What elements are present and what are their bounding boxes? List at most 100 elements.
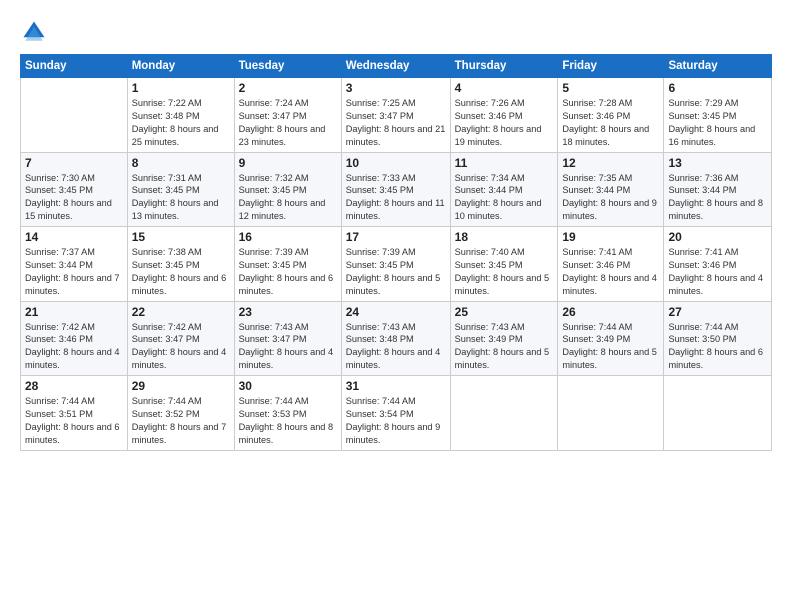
- day-number: 26: [562, 305, 659, 319]
- day-info: Sunrise: 7:43 AMSunset: 3:48 PMDaylight:…: [346, 321, 446, 373]
- day-info: Sunrise: 7:44 AMSunset: 3:53 PMDaylight:…: [239, 395, 337, 447]
- calendar-cell: 18 Sunrise: 7:40 AMSunset: 3:45 PMDaylig…: [450, 227, 558, 302]
- calendar-cell: 15 Sunrise: 7:38 AMSunset: 3:45 PMDaylig…: [127, 227, 234, 302]
- day-info: Sunrise: 7:29 AMSunset: 3:45 PMDaylight:…: [668, 97, 767, 149]
- calendar-cell: 1 Sunrise: 7:22 AMSunset: 3:48 PMDayligh…: [127, 78, 234, 153]
- day-info: Sunrise: 7:44 AMSunset: 3:52 PMDaylight:…: [132, 395, 230, 447]
- day-number: 19: [562, 230, 659, 244]
- calendar-cell: 23 Sunrise: 7:43 AMSunset: 3:47 PMDaylig…: [234, 301, 341, 376]
- day-info: Sunrise: 7:39 AMSunset: 3:45 PMDaylight:…: [346, 246, 446, 298]
- calendar-cell: 25 Sunrise: 7:43 AMSunset: 3:49 PMDaylig…: [450, 301, 558, 376]
- calendar-cell: 27 Sunrise: 7:44 AMSunset: 3:50 PMDaylig…: [664, 301, 772, 376]
- day-info: Sunrise: 7:33 AMSunset: 3:45 PMDaylight:…: [346, 172, 446, 224]
- day-info: Sunrise: 7:35 AMSunset: 3:44 PMDaylight:…: [562, 172, 659, 224]
- calendar-cell: 12 Sunrise: 7:35 AMSunset: 3:44 PMDaylig…: [558, 152, 664, 227]
- day-number: 8: [132, 156, 230, 170]
- weekday-header-monday: Monday: [127, 55, 234, 78]
- day-info: Sunrise: 7:25 AMSunset: 3:47 PMDaylight:…: [346, 97, 446, 149]
- day-info: Sunrise: 7:44 AMSunset: 3:51 PMDaylight:…: [25, 395, 123, 447]
- calendar-week-row: 28 Sunrise: 7:44 AMSunset: 3:51 PMDaylig…: [21, 376, 772, 451]
- day-info: Sunrise: 7:40 AMSunset: 3:45 PMDaylight:…: [455, 246, 554, 298]
- day-info: Sunrise: 7:44 AMSunset: 3:50 PMDaylight:…: [668, 321, 767, 373]
- day-info: Sunrise: 7:36 AMSunset: 3:44 PMDaylight:…: [668, 172, 767, 224]
- logo-icon: [20, 18, 48, 46]
- calendar-cell: 14 Sunrise: 7:37 AMSunset: 3:44 PMDaylig…: [21, 227, 128, 302]
- calendar-cell: 11 Sunrise: 7:34 AMSunset: 3:44 PMDaylig…: [450, 152, 558, 227]
- day-number: 22: [132, 305, 230, 319]
- calendar-cell: 24 Sunrise: 7:43 AMSunset: 3:48 PMDaylig…: [341, 301, 450, 376]
- day-number: 4: [455, 81, 554, 95]
- day-info: Sunrise: 7:31 AMSunset: 3:45 PMDaylight:…: [132, 172, 230, 224]
- calendar-week-row: 1 Sunrise: 7:22 AMSunset: 3:48 PMDayligh…: [21, 78, 772, 153]
- day-info: Sunrise: 7:38 AMSunset: 3:45 PMDaylight:…: [132, 246, 230, 298]
- calendar-cell: 9 Sunrise: 7:32 AMSunset: 3:45 PMDayligh…: [234, 152, 341, 227]
- day-number: 3: [346, 81, 446, 95]
- weekday-header-tuesday: Tuesday: [234, 55, 341, 78]
- day-info: Sunrise: 7:41 AMSunset: 3:46 PMDaylight:…: [562, 246, 659, 298]
- day-number: 18: [455, 230, 554, 244]
- calendar-cell: 30 Sunrise: 7:44 AMSunset: 3:53 PMDaylig…: [234, 376, 341, 451]
- day-number: 28: [25, 379, 123, 393]
- calendar-cell: 19 Sunrise: 7:41 AMSunset: 3:46 PMDaylig…: [558, 227, 664, 302]
- logo: [20, 18, 52, 46]
- weekday-header-sunday: Sunday: [21, 55, 128, 78]
- day-info: Sunrise: 7:43 AMSunset: 3:47 PMDaylight:…: [239, 321, 337, 373]
- calendar-cell: [558, 376, 664, 451]
- calendar-cell: 17 Sunrise: 7:39 AMSunset: 3:45 PMDaylig…: [341, 227, 450, 302]
- day-number: 21: [25, 305, 123, 319]
- weekday-header-row: SundayMondayTuesdayWednesdayThursdayFrid…: [21, 55, 772, 78]
- day-info: Sunrise: 7:28 AMSunset: 3:46 PMDaylight:…: [562, 97, 659, 149]
- day-info: Sunrise: 7:44 AMSunset: 3:49 PMDaylight:…: [562, 321, 659, 373]
- day-number: 10: [346, 156, 446, 170]
- weekday-header-saturday: Saturday: [664, 55, 772, 78]
- day-number: 14: [25, 230, 123, 244]
- calendar-cell: 10 Sunrise: 7:33 AMSunset: 3:45 PMDaylig…: [341, 152, 450, 227]
- day-number: 11: [455, 156, 554, 170]
- day-info: Sunrise: 7:26 AMSunset: 3:46 PMDaylight:…: [455, 97, 554, 149]
- day-info: Sunrise: 7:39 AMSunset: 3:45 PMDaylight:…: [239, 246, 337, 298]
- calendar-week-row: 21 Sunrise: 7:42 AMSunset: 3:46 PMDaylig…: [21, 301, 772, 376]
- calendar-cell: 20 Sunrise: 7:41 AMSunset: 3:46 PMDaylig…: [664, 227, 772, 302]
- day-info: Sunrise: 7:44 AMSunset: 3:54 PMDaylight:…: [346, 395, 446, 447]
- day-info: Sunrise: 7:34 AMSunset: 3:44 PMDaylight:…: [455, 172, 554, 224]
- calendar-cell: 22 Sunrise: 7:42 AMSunset: 3:47 PMDaylig…: [127, 301, 234, 376]
- calendar-cell: 2 Sunrise: 7:24 AMSunset: 3:47 PMDayligh…: [234, 78, 341, 153]
- calendar-cell: 4 Sunrise: 7:26 AMSunset: 3:46 PMDayligh…: [450, 78, 558, 153]
- calendar-cell: 6 Sunrise: 7:29 AMSunset: 3:45 PMDayligh…: [664, 78, 772, 153]
- weekday-header-friday: Friday: [558, 55, 664, 78]
- weekday-header-wednesday: Wednesday: [341, 55, 450, 78]
- calendar-cell: [21, 78, 128, 153]
- calendar-cell: [664, 376, 772, 451]
- calendar-cell: 7 Sunrise: 7:30 AMSunset: 3:45 PMDayligh…: [21, 152, 128, 227]
- day-info: Sunrise: 7:42 AMSunset: 3:46 PMDaylight:…: [25, 321, 123, 373]
- day-number: 20: [668, 230, 767, 244]
- day-number: 24: [346, 305, 446, 319]
- header: [20, 18, 772, 46]
- day-number: 6: [668, 81, 767, 95]
- day-number: 30: [239, 379, 337, 393]
- day-info: Sunrise: 7:37 AMSunset: 3:44 PMDaylight:…: [25, 246, 123, 298]
- day-number: 9: [239, 156, 337, 170]
- day-number: 13: [668, 156, 767, 170]
- day-number: 2: [239, 81, 337, 95]
- calendar-cell: 16 Sunrise: 7:39 AMSunset: 3:45 PMDaylig…: [234, 227, 341, 302]
- calendar-table: SundayMondayTuesdayWednesdayThursdayFrid…: [20, 54, 772, 451]
- weekday-header-thursday: Thursday: [450, 55, 558, 78]
- day-info: Sunrise: 7:22 AMSunset: 3:48 PMDaylight:…: [132, 97, 230, 149]
- calendar-cell: [450, 376, 558, 451]
- calendar-week-row: 14 Sunrise: 7:37 AMSunset: 3:44 PMDaylig…: [21, 227, 772, 302]
- day-number: 7: [25, 156, 123, 170]
- day-info: Sunrise: 7:24 AMSunset: 3:47 PMDaylight:…: [239, 97, 337, 149]
- day-number: 31: [346, 379, 446, 393]
- calendar-cell: 5 Sunrise: 7:28 AMSunset: 3:46 PMDayligh…: [558, 78, 664, 153]
- day-number: 15: [132, 230, 230, 244]
- day-number: 23: [239, 305, 337, 319]
- day-number: 29: [132, 379, 230, 393]
- day-number: 12: [562, 156, 659, 170]
- calendar-cell: 3 Sunrise: 7:25 AMSunset: 3:47 PMDayligh…: [341, 78, 450, 153]
- calendar-cell: 13 Sunrise: 7:36 AMSunset: 3:44 PMDaylig…: [664, 152, 772, 227]
- day-info: Sunrise: 7:41 AMSunset: 3:46 PMDaylight:…: [668, 246, 767, 298]
- day-info: Sunrise: 7:30 AMSunset: 3:45 PMDaylight:…: [25, 172, 123, 224]
- day-number: 16: [239, 230, 337, 244]
- day-number: 1: [132, 81, 230, 95]
